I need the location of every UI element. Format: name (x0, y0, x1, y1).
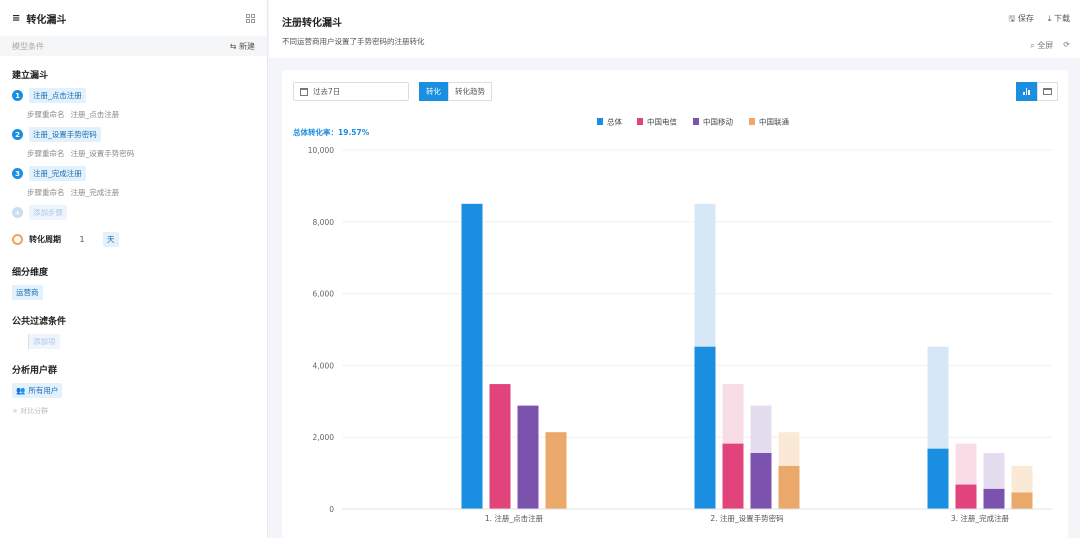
add-step-button[interactable]: 添加步骤 (29, 205, 67, 220)
legend-swatch (693, 118, 699, 125)
fullscreen-button[interactable]: ⌕ 全屏 (1030, 40, 1053, 51)
sidebar-title: 转化漏斗 (26, 14, 67, 26)
bar (1011, 492, 1033, 509)
chart-type-toggle (1016, 82, 1058, 101)
save-icon: 🖫 (1008, 14, 1018, 23)
bar (517, 405, 539, 509)
header-actions: 🖫 保存 ⤓ 下载 (1009, 13, 1070, 27)
step-rename: 步骤重命名 注册_点击注册 (27, 110, 120, 119)
step-number: 1 (12, 90, 23, 101)
bar (461, 203, 483, 509)
x-tick-label: 1. 注册_点击注册 (485, 513, 544, 523)
plus-icon: + (12, 207, 23, 218)
y-tick-label: 8,000 (313, 218, 335, 227)
model-label: 模型条件 (12, 41, 44, 51)
bar (694, 346, 716, 509)
chart-card: 过去7日 转化 转化趋势 总体 中国电信 中国移动 中国联通总体转化率：19.57% 0… (282, 70, 1068, 538)
compare-button[interactable]: + 对比分群 (12, 406, 255, 416)
refresh-icon[interactable]: ⟳ (1063, 40, 1070, 51)
step-rename: 步骤重命名 注册_设置手势密码 (27, 149, 135, 158)
main-header: 注册转化漏斗 不同运营商用户设置了手势密码的注册转化 🖫 保存 ⤓ 下载 ⌕ 全… (269, 0, 1080, 58)
page-title: 注册转化漏斗 (282, 18, 342, 29)
bar (750, 452, 772, 509)
step-2[interactable]: 2 注册_设置手势密码 (0, 127, 267, 142)
chart-area: 总体 中国电信 中国移动 中国联通总体转化率：19.57% 0 2,000 4,000 6,0… (282, 110, 1068, 538)
legend-label: 总体 (607, 117, 622, 127)
sidebar: ≡ 转化漏斗 模型条件 ⇆ 新建 建立漏斗 1 注册_点击注册 步骤重命名 注册_… (0, 0, 268, 538)
table-icon (1043, 88, 1052, 95)
calendar-icon (300, 87, 308, 96)
filter-box: 添加项 (28, 334, 255, 349)
legend-swatch (597, 118, 603, 125)
step-rename-value[interactable]: 注册_点击注册 (71, 110, 120, 119)
date-range-value: 过去7日 (313, 87, 341, 96)
new-icon: ⇆ (229, 41, 239, 51)
cycle-label: 转化周期 (29, 235, 61, 244)
step-event-tag[interactable]: 注册_点击注册 (29, 88, 86, 103)
cycle-value-input[interactable]: 1 (67, 235, 97, 244)
tab-trend[interactable]: 转化趋势 (448, 82, 492, 101)
step-rename-value[interactable]: 注册_设置手势密码 (71, 149, 135, 158)
page-subtitle: 不同运营商用户设置了手势密码的注册转化 (282, 37, 425, 46)
y-tick-label: 10,000 (308, 146, 334, 155)
legend-swatch (637, 118, 643, 125)
overall-rate-label: 总体转化率：19.57% (293, 127, 370, 137)
bar (927, 448, 949, 509)
add-step-row[interactable]: + 添加步骤 (0, 205, 267, 220)
y-tick-label: 2,000 (313, 433, 335, 442)
legend-swatch (749, 118, 755, 125)
y-tick-label: 4,000 (313, 361, 335, 370)
step-number: 3 (12, 168, 23, 179)
step-number: 2 (12, 129, 23, 140)
x-tick-label: 3. 注册_完成注册 (951, 513, 1010, 523)
legend-label: 中国联通 (759, 117, 789, 127)
model-bar: 模型条件 ⇆ 新建 (0, 36, 267, 56)
add-filter-button[interactable]: 添加项 (29, 334, 60, 349)
section-filter-title: 公共过滤条件 (12, 317, 67, 327)
bar (722, 443, 744, 509)
date-range-picker[interactable]: 过去7日 (293, 82, 409, 101)
table-button[interactable] (1037, 82, 1058, 101)
clock-icon (12, 234, 23, 245)
view-tabs: 转化 转化趋势 (419, 82, 492, 101)
bar-chart-button[interactable] (1016, 82, 1037, 101)
sidebar-header: ≡ 转化漏斗 (0, 0, 267, 36)
step-rename: 步骤重命名 注册_完成注册 (27, 188, 120, 197)
y-tick-label: 0 (329, 505, 334, 514)
funnel-bar-chart: 总体 中国电信 中国移动 中国联通总体转化率：19.57% 0 2,000 4,000 6,0… (293, 117, 1052, 523)
bar (545, 432, 567, 509)
filter-icon: ≡ (12, 12, 21, 24)
user-group-tag[interactable]: 👥 所有用户 (12, 383, 63, 398)
users-icon: 👥 (16, 386, 26, 395)
x-tick-label: 2. 注册_设置手势密码 (710, 513, 784, 523)
cycle-unit-select[interactable]: 天 (103, 232, 119, 247)
section-build-title: 建立漏斗 (12, 71, 49, 81)
bar (983, 488, 1005, 509)
tab-conversion[interactable]: 转化 (419, 82, 448, 101)
sidebar-title-wrap: ≡ 转化漏斗 (12, 11, 66, 26)
step-event-tag[interactable]: 注册_设置手势密码 (29, 127, 101, 142)
step-3[interactable]: 3 注册_完成注册 (0, 166, 267, 181)
save-button[interactable]: 🖫 保存 (1009, 13, 1034, 27)
bar (778, 465, 800, 509)
y-tick-label: 6,000 (313, 290, 335, 299)
step-event-tag[interactable]: 注册_完成注册 (29, 166, 86, 181)
grid-icon[interactable] (246, 13, 255, 23)
bar (489, 384, 511, 509)
section-group-title: 分析用户群 (12, 366, 58, 376)
section-dimension-title: 细分维度 (12, 268, 49, 278)
download-button[interactable]: ⤓ 下载 (1048, 13, 1070, 27)
header-actions-secondary: ⌕ 全屏 ⟳ (1030, 40, 1070, 51)
new-button[interactable]: ⇆ 新建 (230, 41, 255, 52)
dimension-tag[interactable]: 运营商 (12, 285, 43, 300)
cycle-row: 转化周期 1 天 (0, 232, 267, 247)
plus-icon: + (12, 407, 21, 415)
step-1[interactable]: 1 注册_点击注册 (0, 88, 267, 103)
bar (955, 484, 977, 509)
bar-chart-icon (1023, 88, 1030, 95)
step-rename-value[interactable]: 注册_完成注册 (71, 188, 120, 197)
legend-label: 中国电信 (647, 117, 677, 127)
group-row: 👥 所有用户 (12, 383, 255, 398)
legend-label: 中国移动 (703, 117, 733, 127)
